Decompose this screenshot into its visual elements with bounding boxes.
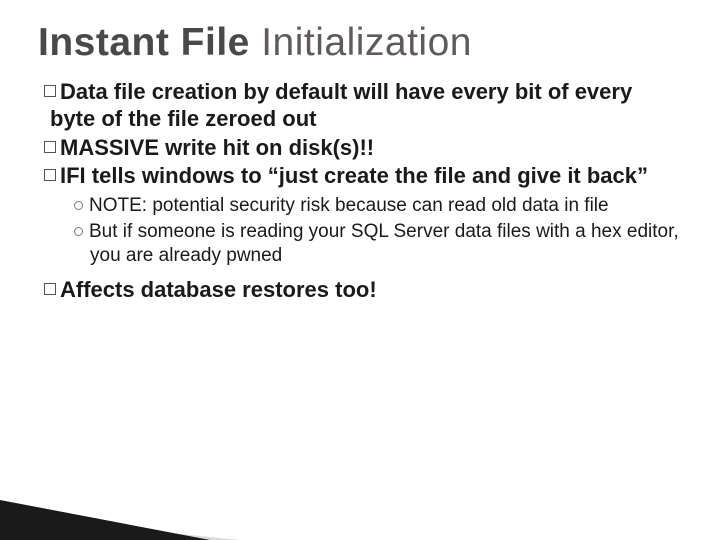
sub-list: NOTE: potential security risk because ca… bbox=[74, 194, 682, 267]
sub-2-text: But if someone is reading your SQL Serve… bbox=[89, 221, 679, 266]
bullet-1-text: Data file creation by default will have … bbox=[50, 79, 632, 131]
slide: Instant File Initialization Data file cr… bbox=[0, 0, 720, 540]
corner-accent-icon bbox=[0, 470, 240, 540]
bullet-2-text: MASSIVE write hit on disk(s)!! bbox=[60, 135, 374, 160]
bullet-3: IFI tells windows to “just create the fi… bbox=[44, 163, 682, 190]
square-bullet-icon bbox=[44, 169, 56, 181]
ring-bullet-icon bbox=[74, 227, 83, 236]
bullet-2: MASSIVE write hit on disk(s)!! bbox=[44, 135, 682, 162]
slide-title: Instant File Initialization bbox=[38, 22, 682, 65]
sub-item-1: NOTE: potential security risk because ca… bbox=[74, 194, 682, 218]
bullet-1: Data file creation by default will have … bbox=[44, 79, 682, 133]
sub-item-2: But if someone is reading your SQL Serve… bbox=[74, 220, 682, 268]
square-bullet-icon bbox=[44, 85, 56, 97]
sub-1-text: NOTE: potential security risk because ca… bbox=[89, 195, 609, 216]
bullet-4: Affects database restores too! bbox=[44, 277, 682, 304]
square-bullet-icon bbox=[44, 141, 56, 153]
title-rest: Initialization bbox=[250, 21, 472, 64]
title-strong: Instant File bbox=[38, 21, 250, 64]
bullet-4-text: Affects database restores too! bbox=[60, 277, 377, 302]
ring-bullet-icon bbox=[74, 201, 83, 210]
slide-body: Data file creation by default will have … bbox=[38, 79, 682, 304]
bullet-3-text: IFI tells windows to “just create the fi… bbox=[60, 163, 648, 188]
square-bullet-icon bbox=[44, 283, 56, 295]
